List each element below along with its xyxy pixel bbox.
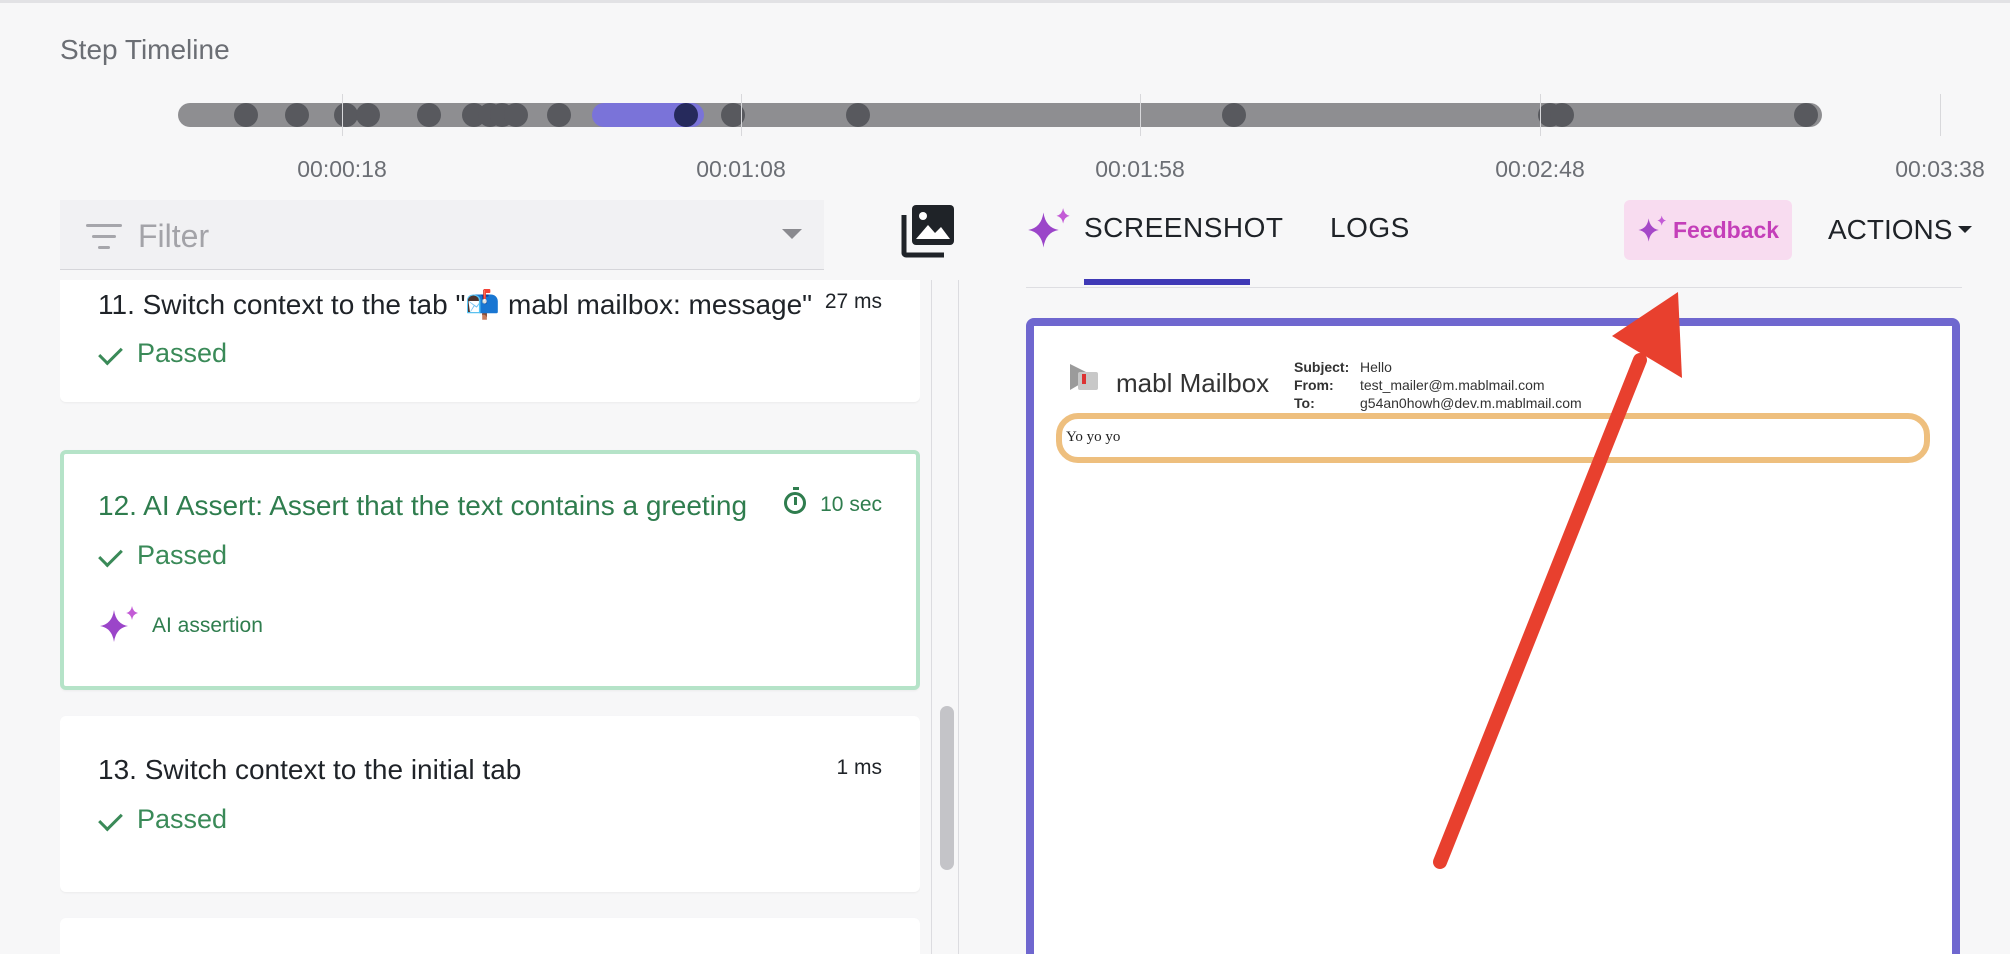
scrollbar-track — [931, 280, 932, 954]
timeline-step-marker[interactable] — [504, 103, 528, 127]
timeline-step-marker[interactable] — [846, 103, 870, 127]
feedback-label: Feedback — [1672, 216, 1780, 243]
step-title: 11. Switch context to the tab "📬 mabl ma… — [98, 289, 813, 320]
chevron-down-icon — [782, 229, 802, 239]
timeline-step-marker[interactable] — [547, 103, 571, 127]
tab-screenshot[interactable]: SCREENSHOT — [1084, 212, 1283, 244]
mailbox-logo-icon — [1070, 364, 1098, 390]
screenshot-preview[interactable]: mabl Mailbox Subject: Hello From: test_mai… — [1026, 318, 1960, 954]
mailbox-title: mabl Mailbox — [1116, 368, 1270, 398]
timeline-tick-label: 00:03:38 — [1895, 156, 1985, 182]
tab-logs[interactable]: LOGS — [1330, 212, 1410, 244]
filter-dropdown[interactable]: Filter — [60, 200, 824, 270]
asserted-element-highlight: Yo yo yo — [1056, 413, 1930, 463]
timeline-tick — [1140, 94, 1141, 136]
filter-icon — [86, 224, 122, 250]
step-title: 13. Switch context to the initial tab — [98, 754, 522, 785]
check-icon — [98, 806, 123, 832]
image-gallery-icon[interactable] — [900, 203, 956, 259]
timeline-tick-label: 00:00:18 — [297, 156, 387, 182]
step-timeline[interactable] — [178, 103, 1822, 127]
sparkle-icon — [1638, 215, 1667, 242]
caret-down-icon — [1958, 226, 1973, 233]
screenshot-image: mabl Mailbox Subject: Hello From: test_mai… — [1056, 348, 1930, 954]
step-card[interactable]: 13. Switch context to the initial tab 1 … — [60, 716, 920, 892]
feedback-button[interactable]: Feedback — [1624, 200, 1792, 260]
tab-active-indicator — [1084, 279, 1250, 285]
timeline-step-marker[interactable] — [417, 103, 441, 127]
timeline-tick-label: 00:02:48 — [1495, 156, 1585, 182]
timeline-step-marker[interactable] — [356, 103, 380, 127]
ai-assertion-tag: AI assertion — [98, 604, 263, 648]
step-card[interactable] — [60, 918, 920, 954]
timeline-step-marker[interactable] — [285, 103, 309, 127]
panel-divider[interactable] — [958, 280, 959, 954]
step-title: 12. AI Assert: Assert that the text cont… — [98, 490, 748, 521]
detail-tabs: SCREENSHOT LOGS Feedback ACTIONS — [1026, 200, 1973, 288]
section-title: Step Timeline — [60, 34, 230, 65]
timeline-step-marker[interactable] — [1222, 103, 1246, 127]
timeline-tick-label: 00:01:08 — [696, 156, 786, 182]
timeline-tick — [1940, 94, 1941, 136]
top-border — [0, 0, 2010, 3]
sparkle-icon — [100, 606, 138, 642]
timeline-step-marker[interactable] — [334, 103, 358, 127]
timeline-step-marker[interactable] — [1550, 103, 1574, 127]
sparkle-icon — [1028, 208, 1070, 248]
step-list[interactable]: 11. Switch context to the tab "📬 mabl ma… — [60, 280, 920, 954]
step-duration: 27 ms — [824, 290, 882, 313]
email-headers: Subject: Hello From: test_mailer@m.mablmai… — [1294, 359, 1582, 411]
email-body: Yo yo yo — [1066, 429, 1121, 445]
step-card[interactable]: 11. Switch context to the tab "📬 mabl ma… — [60, 280, 920, 402]
step-duration: 10 sec — [784, 487, 882, 517]
step-status: Passed — [98, 804, 227, 835]
stopwatch-icon — [784, 487, 807, 514]
timeline-step-marker[interactable] — [234, 103, 258, 127]
scrollbar-thumb[interactable] — [940, 706, 954, 870]
step-status: Passed — [98, 338, 227, 369]
step-card-selected[interactable]: 12. AI Assert: Assert that the text cont… — [60, 450, 920, 690]
timeline-step-marker-current[interactable] — [674, 103, 698, 127]
check-icon — [98, 340, 123, 366]
step-duration: 1 ms — [836, 756, 882, 779]
timeline-tick — [342, 94, 343, 136]
filter-placeholder: Filter — [138, 218, 210, 254]
timeline-tick-label: 00:01:58 — [1095, 156, 1185, 182]
timeline-tick — [1540, 94, 1541, 136]
timeline-tick — [741, 94, 742, 136]
step-status: Passed — [98, 540, 227, 571]
timeline-step-marker[interactable] — [1794, 103, 1818, 127]
actions-menu[interactable]: ACTIONS — [1828, 214, 1973, 246]
check-icon — [98, 542, 123, 568]
